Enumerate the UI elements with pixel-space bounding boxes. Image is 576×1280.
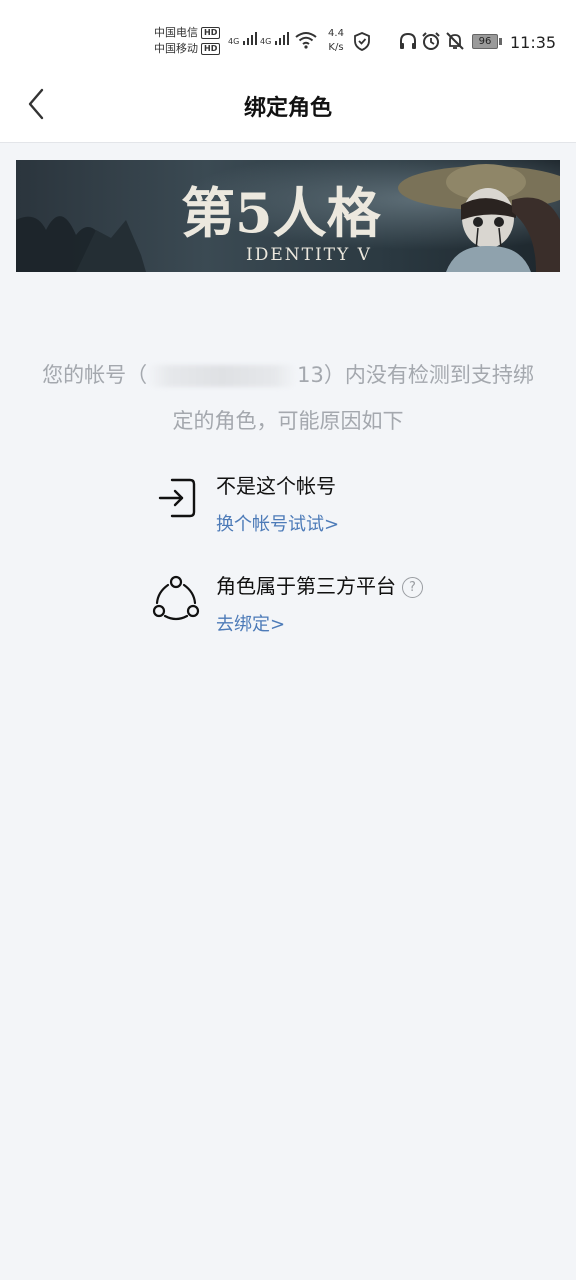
signal-label-2: 4G: [260, 37, 272, 46]
carrier-info: 中国电信 HD 中国移动 HD: [154, 25, 228, 57]
battery-icon: 96: [472, 34, 498, 49]
switch-account-link[interactable]: 换个帐号试试>: [216, 510, 339, 536]
banner-subtitle: IDENTITY V: [246, 245, 372, 265]
battery-tip: [499, 38, 502, 45]
signal-bars-icon: [242, 32, 257, 45]
page-title: 绑定角色: [243, 96, 332, 121]
game-banner: 第5人格 IDENTITY V: [16, 160, 560, 272]
wifi-icon: [295, 32, 317, 49]
status-bar: 中国电信 HD 中国移动 HD 4G 4G 4.4 K/s 96 11:35: [0, 0, 576, 70]
banner-logo: 第5人格: [181, 181, 382, 245]
network-speed: 4.4 K/s: [322, 27, 350, 55]
reason-title: 角色属于第三方平台?: [216, 570, 423, 599]
carrier-name-1: 中国电信: [154, 26, 198, 39]
reason-title: 不是这个帐号: [216, 474, 336, 498]
login-icon: [158, 478, 196, 518]
no-role-message: 您的帐号（ 13）内没有检测到支持绑定的角色，可能原因如下: [40, 352, 536, 444]
help-icon[interactable]: ?: [402, 577, 423, 598]
status-time: 11:35: [510, 33, 557, 52]
battery-level: 96: [478, 36, 492, 47]
reason-title-text: 角色属于第三方平台: [216, 574, 396, 598]
shield-icon: [354, 32, 370, 51]
go-bind-link[interactable]: 去绑定>: [216, 610, 285, 636]
headset-icon: [400, 32, 416, 49]
mute-bell-icon: [446, 32, 464, 50]
share-icon: [152, 575, 200, 621]
title-bar: 绑定角色: [0, 70, 576, 143]
account-tail: 13: [297, 363, 324, 387]
signal-strength-2: 4G: [260, 30, 290, 46]
game-banner-image: 第5人格 IDENTITY V: [16, 160, 560, 272]
message-prefix: 您的帐号（: [42, 363, 148, 387]
signal-bars-icon: [274, 32, 289, 45]
hd-badge-2: HD: [201, 43, 221, 55]
hd-badge-1: HD: [201, 27, 221, 39]
network-speed-value: 4.4: [328, 28, 344, 39]
signal-strength-1: 4G: [228, 30, 258, 46]
network-speed-unit: K/s: [328, 42, 344, 53]
masked-account-id: [147, 365, 298, 387]
alarm-icon: [422, 32, 440, 50]
carrier-name-2: 中国移动: [154, 42, 198, 55]
signal-label-1: 4G: [228, 37, 240, 46]
